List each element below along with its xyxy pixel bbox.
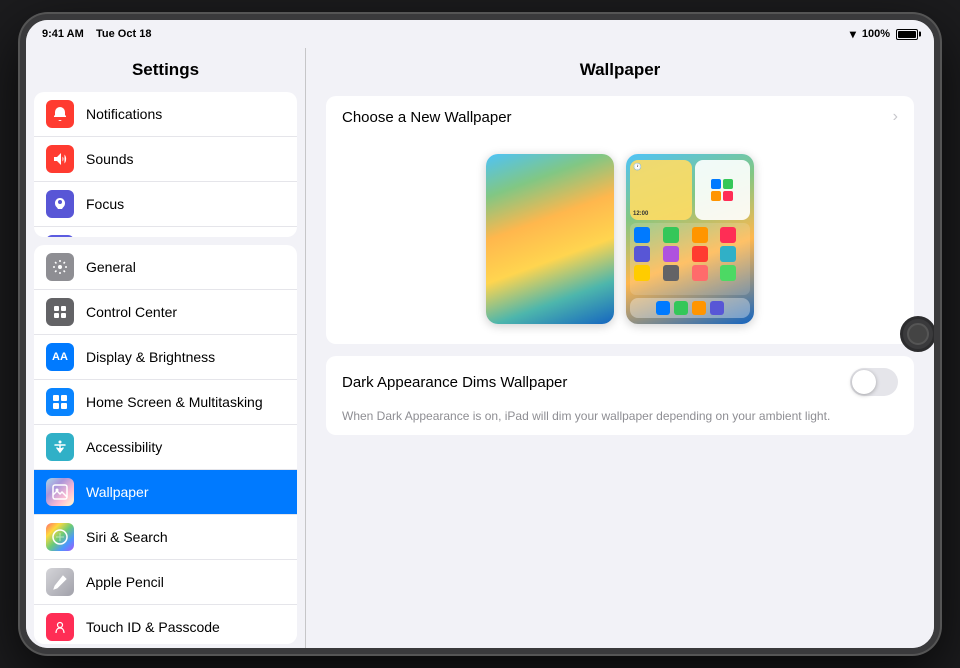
lockscreen-wallpaper	[486, 154, 614, 324]
sidebar: Settings Notifications Sounds	[26, 48, 306, 648]
control-center-label: Control Center	[86, 304, 177, 320]
homescreen-wallpaper: 🕐 12:00	[626, 154, 754, 324]
toggle-knob	[852, 370, 876, 394]
general-icon	[46, 253, 74, 281]
main-content: Settings Notifications Sounds	[26, 48, 934, 648]
status-indicators: ▾ 100%	[850, 27, 918, 41]
sidebar-section-2: General Control Center AA Display & Brig…	[34, 245, 297, 644]
control-center-icon	[46, 298, 74, 326]
sidebar-item-general[interactable]: General	[34, 245, 297, 290]
sidebar-item-control-center[interactable]: Control Center	[34, 290, 297, 335]
wifi-icon: ▾	[850, 27, 856, 41]
sidebar-item-home-screen[interactable]: Home Screen & Multitasking	[34, 380, 297, 425]
display-icon: AA	[46, 343, 74, 371]
dark-appearance-toggle[interactable]	[850, 368, 898, 396]
right-panel: Wallpaper Choose a New Wallpaper ›	[306, 48, 934, 648]
focus-icon	[46, 190, 74, 218]
status-date: Tue Oct 18	[96, 28, 151, 40]
wallpaper-preview: 🕐 12:00	[326, 138, 914, 344]
wallpaper-section: Choose a New Wallpaper ›	[326, 96, 914, 344]
status-time: 9:41 AM	[42, 28, 84, 40]
screen-time-icon	[46, 235, 74, 237]
siri-label: Siri & Search	[86, 529, 168, 545]
accessibility-icon	[46, 433, 74, 461]
touch-id-icon	[46, 613, 74, 641]
choose-wallpaper-label: Choose a New Wallpaper	[342, 109, 512, 126]
home-screen-label: Home Screen & Multitasking	[86, 394, 263, 410]
dark-appearance-desc: When Dark Appearance is on, iPad will di…	[326, 408, 914, 435]
sidebar-item-sounds[interactable]: Sounds	[34, 137, 297, 182]
sidebar-title: Settings	[26, 48, 305, 88]
home-button[interactable]	[900, 316, 936, 352]
dark-appearance-section: Dark Appearance Dims Wallpaper When Dark…	[326, 356, 914, 435]
panel-body: Choose a New Wallpaper ›	[306, 88, 934, 648]
battery-bar	[896, 29, 918, 40]
battery-percent: 100%	[862, 28, 890, 40]
sidebar-item-focus[interactable]: Focus	[34, 182, 297, 227]
sidebar-item-siri[interactable]: Siri & Search	[34, 515, 297, 560]
touch-id-label: Touch ID & Passcode	[86, 619, 220, 635]
panel-title: Wallpaper	[306, 48, 934, 88]
sidebar-item-apple-pencil[interactable]: Apple Pencil	[34, 560, 297, 605]
display-label: Display & Brightness	[86, 349, 215, 365]
siri-icon	[46, 523, 74, 551]
wallpaper-icon	[46, 478, 74, 506]
sidebar-item-notifications[interactable]: Notifications	[34, 92, 297, 137]
sidebar-item-display[interactable]: AA Display & Brightness	[34, 335, 297, 380]
status-bar: 9:41 AM Tue Oct 18 ▾ 100%	[26, 20, 934, 48]
wallpaper-label: Wallpaper	[86, 484, 149, 500]
dark-appearance-row: Dark Appearance Dims Wallpaper	[326, 356, 914, 408]
chevron-right-icon: ›	[893, 108, 898, 126]
widget-1: 🕐 12:00	[630, 160, 692, 220]
apple-pencil-label: Apple Pencil	[86, 574, 164, 590]
apple-pencil-icon	[46, 568, 74, 596]
widget-row-1: 🕐 12:00	[630, 160, 750, 220]
focus-label: Focus	[86, 196, 124, 212]
home-button-inner	[907, 323, 929, 345]
dark-appearance-label: Dark Appearance Dims Wallpaper	[342, 374, 567, 391]
sounds-label: Sounds	[86, 151, 133, 167]
accessibility-label: Accessibility	[86, 439, 162, 455]
battery-indicator	[896, 29, 918, 40]
widget-2	[695, 160, 751, 220]
notifications-icon	[46, 100, 74, 128]
home-screen-icon	[46, 388, 74, 416]
status-time-date: 9:41 AM Tue Oct 18	[42, 28, 151, 40]
sidebar-item-screen-time[interactable]: Screen Time	[34, 227, 297, 237]
choose-wallpaper-button[interactable]: Choose a New Wallpaper ›	[326, 96, 914, 138]
sounds-icon	[46, 145, 74, 173]
homescreen-overlay: 🕐 12:00	[626, 154, 754, 324]
sidebar-item-wallpaper[interactable]: Wallpaper	[34, 470, 297, 515]
ipad-frame: 9:41 AM Tue Oct 18 ▾ 100% Settings	[20, 14, 940, 654]
sidebar-section-1: Notifications Sounds Focus	[34, 92, 297, 237]
lockscreen-preview[interactable]	[486, 154, 614, 324]
sidebar-item-touch-id[interactable]: Touch ID & Passcode	[34, 605, 297, 644]
battery-fill	[898, 31, 916, 38]
general-label: General	[86, 259, 136, 275]
sidebar-item-accessibility[interactable]: Accessibility	[34, 425, 297, 470]
homescreen-preview[interactable]: 🕐 12:00	[626, 154, 754, 324]
notifications-label: Notifications	[86, 106, 162, 122]
